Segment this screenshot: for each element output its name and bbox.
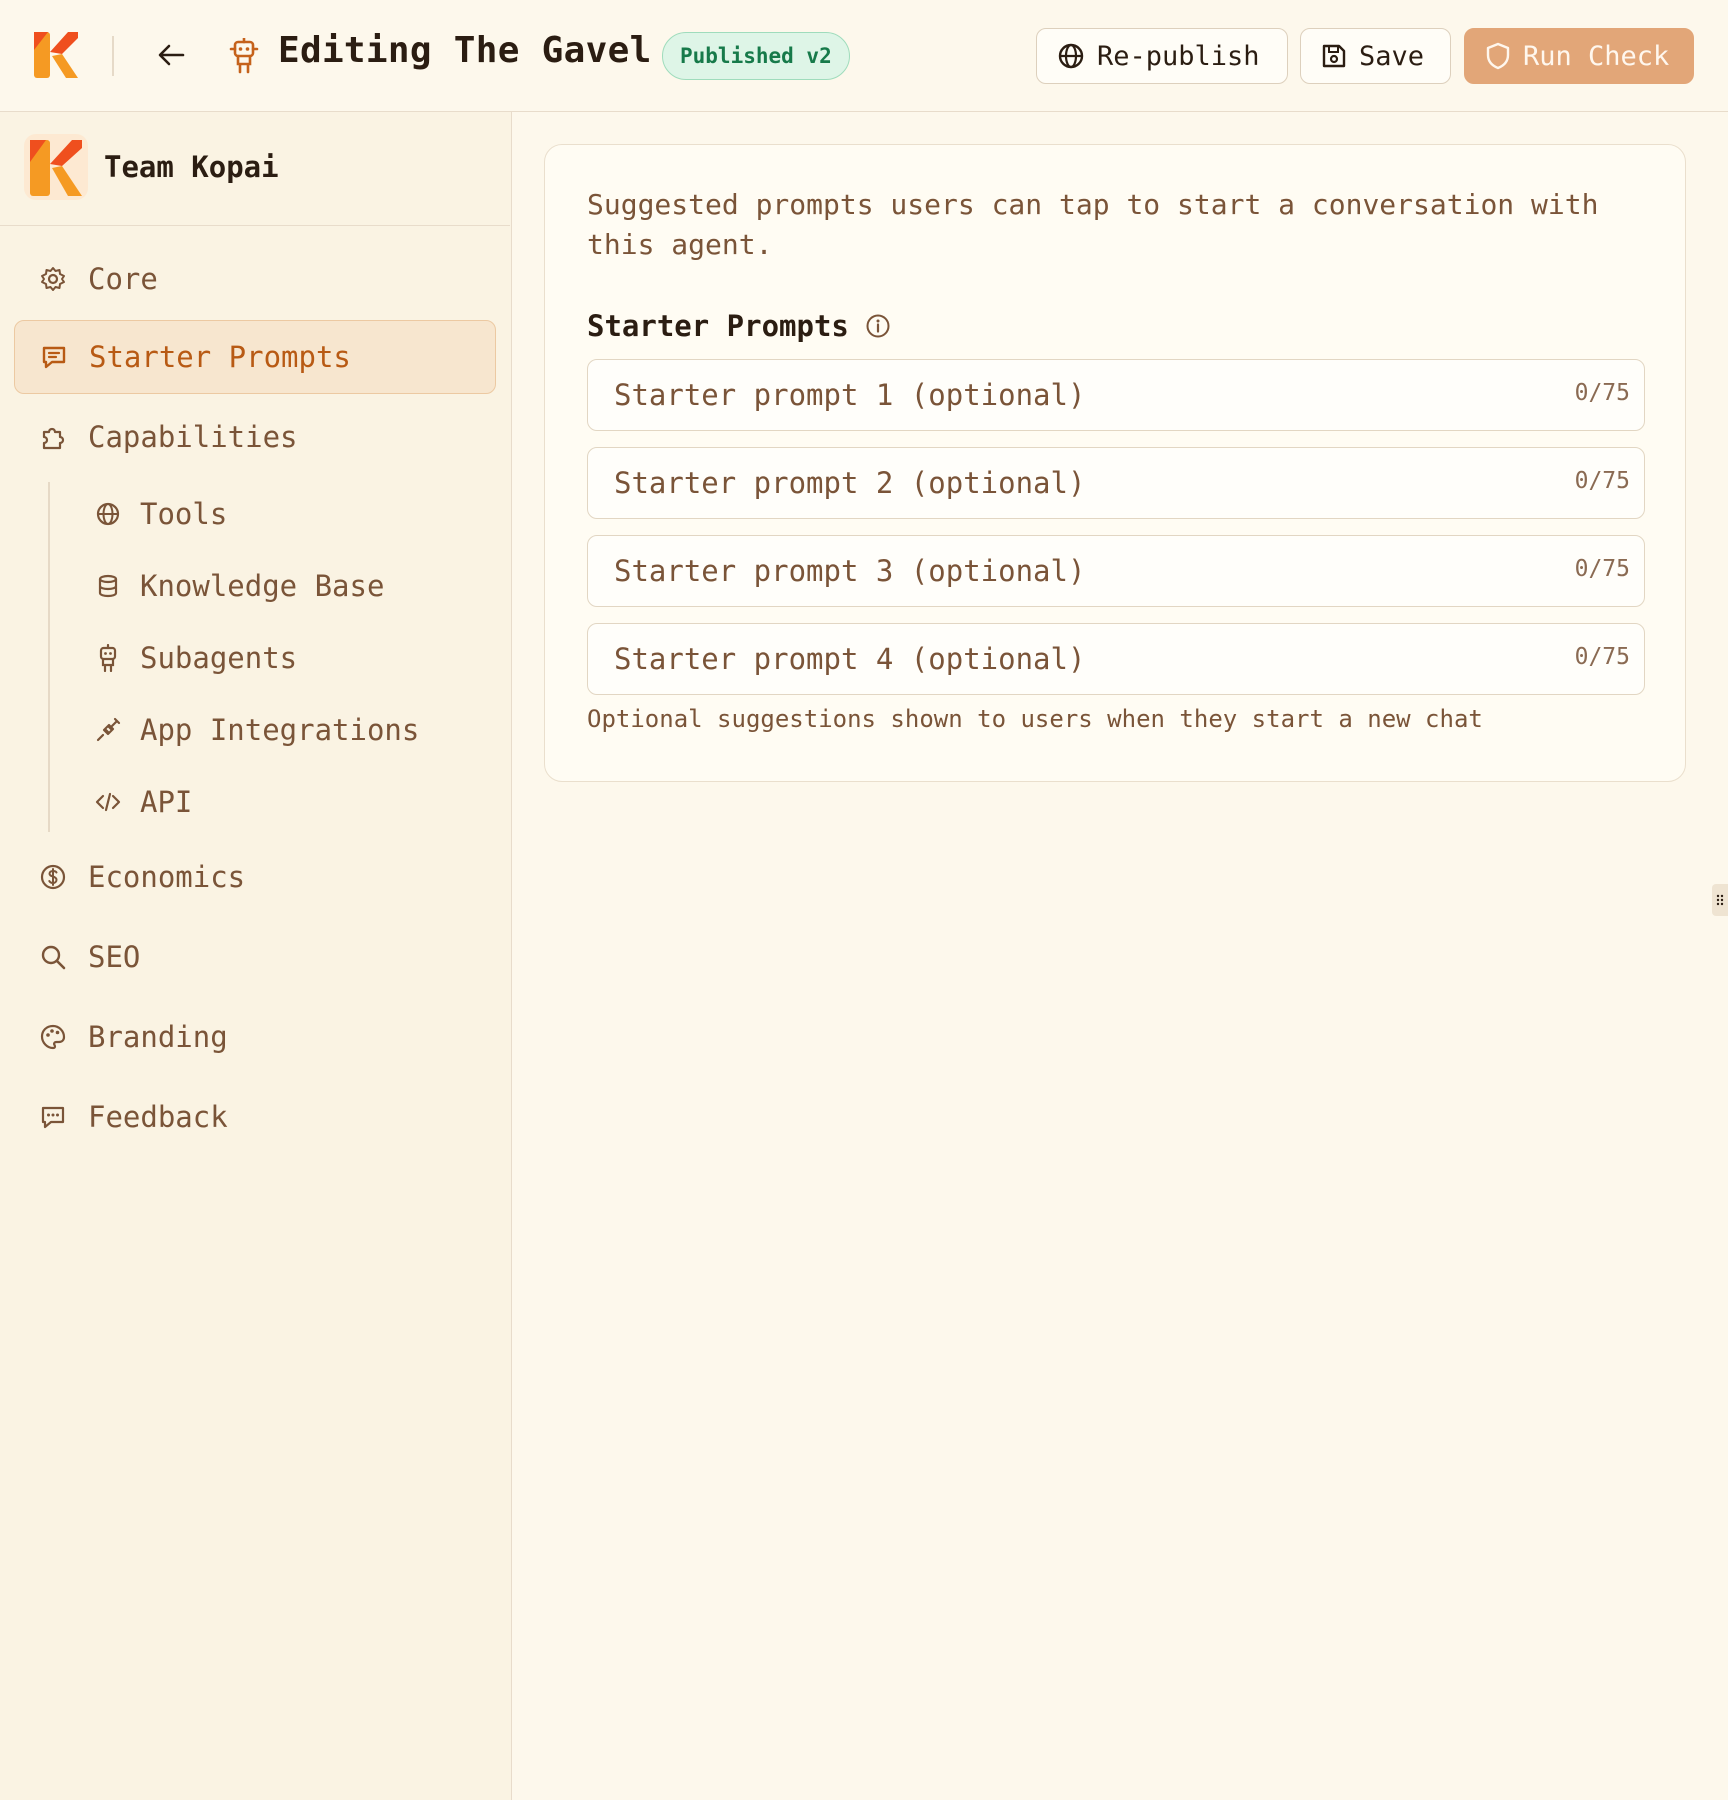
puzzle-icon (38, 422, 68, 452)
header-divider (112, 36, 114, 76)
sidebar-item-core[interactable]: Core (14, 242, 496, 316)
top-header: Editing The Gavel Published v2 Re-publis… (0, 0, 1728, 112)
sidebar-subitem-label: API (140, 785, 193, 819)
shield-icon (1486, 42, 1510, 70)
globe-icon (94, 500, 122, 528)
globe-icon (1058, 43, 1084, 69)
starter-prompts-card: Suggested prompts users can tap to start… (544, 144, 1686, 782)
starter-prompt-input-1[interactable] (588, 360, 1644, 430)
char-counter: 0/75 (1574, 468, 1630, 494)
starter-prompt-field-1: 0/75 (587, 359, 1645, 431)
team-name: Team Kopai (104, 150, 279, 184)
republish-label: Re-publish (1097, 40, 1260, 72)
kopai-logo-icon[interactable] (34, 32, 78, 78)
save-icon (1322, 44, 1346, 68)
submenu-guide-line (48, 482, 50, 832)
back-button[interactable] (152, 36, 190, 74)
sidebar-item-feedback[interactable]: Feedback (14, 1080, 496, 1154)
sidebar-subitem-label: Tools (140, 497, 228, 531)
sidebar-item-economics[interactable]: Economics (14, 840, 496, 914)
arrow-left-icon (158, 44, 185, 66)
team-avatar (24, 134, 88, 200)
sidebar-subitem-label: App Integrations (140, 713, 420, 747)
robot-icon (229, 38, 259, 74)
plug-icon (94, 716, 122, 744)
sidebar-item-label: Economics (88, 860, 246, 894)
save-label: Save (1359, 40, 1425, 72)
sidebar-item-label: Core (88, 262, 158, 296)
team-switcher[interactable]: Team Kopai (0, 112, 510, 226)
helper-text: Optional suggestions shown to users when… (587, 705, 1483, 733)
sidebar-subitem-knowledge-base[interactable]: Knowledge Base (82, 556, 482, 616)
grip-icon (1716, 894, 1724, 906)
run-check-label: Run Check (1523, 40, 1670, 72)
char-counter: 0/75 (1574, 556, 1630, 582)
sidebar-item-label: Feedback (88, 1100, 228, 1134)
panel-resize-handle[interactable] (1712, 884, 1728, 916)
dollar-circle-icon (38, 862, 68, 892)
republish-button[interactable]: Re-publish (1036, 28, 1288, 84)
page-title: Editing The Gavel (278, 30, 652, 71)
sidebar-subitem-api[interactable]: API (82, 772, 482, 832)
starter-prompt-input-2[interactable] (588, 448, 1644, 518)
message-square-icon (39, 342, 69, 372)
sidebar-subitem-tools[interactable]: Tools (82, 484, 482, 544)
starter-prompts-label: Starter Prompts (587, 309, 891, 343)
sidebar-subitem-subagents[interactable]: Subagents (82, 628, 482, 688)
sidebar-item-starter-prompts[interactable]: Starter Prompts (14, 320, 496, 394)
gear-icon (38, 264, 68, 294)
sidebar-item-label: Starter Prompts (89, 340, 351, 374)
section-description: Suggested prompts users can tap to start… (587, 188, 1599, 261)
database-icon (94, 572, 122, 600)
sidebar-subitem-label: Subagents (140, 641, 298, 675)
starter-prompt-input-4[interactable] (588, 624, 1644, 694)
starter-prompt-field-3: 0/75 (587, 535, 1645, 607)
char-counter: 0/75 (1574, 380, 1630, 406)
starter-prompt-field-4: 0/75 (587, 623, 1645, 695)
sidebar-item-branding[interactable]: Branding (14, 1000, 496, 1074)
info-icon[interactable] (865, 313, 891, 339)
starter-prompt-input-3[interactable] (588, 536, 1644, 606)
sidebar-subitem-app-integrations[interactable]: App Integrations (82, 700, 482, 760)
section-label-text: Starter Prompts (587, 309, 849, 343)
search-icon (38, 942, 68, 972)
kopai-logo-icon (30, 140, 82, 196)
starter-prompt-field-2: 0/75 (587, 447, 1645, 519)
char-counter: 0/75 (1574, 644, 1630, 670)
run-check-button[interactable]: Run Check (1464, 28, 1694, 84)
palette-icon (38, 1022, 68, 1052)
sidebar-item-capabilities[interactable]: Capabilities (14, 400, 496, 474)
status-badge: Published v2 (662, 32, 850, 80)
save-button[interactable]: Save (1300, 28, 1451, 84)
robot-icon (94, 644, 122, 672)
message-dots-icon (38, 1102, 68, 1132)
sidebar-subitem-label: Knowledge Base (140, 569, 385, 603)
code-icon (94, 788, 122, 816)
sidebar: Team Kopai Core Starter Prompts Capabili… (0, 112, 512, 1800)
sidebar-item-label: Branding (88, 1020, 228, 1054)
sidebar-item-label: SEO (88, 940, 141, 974)
sidebar-item-label: Capabilities (88, 420, 298, 454)
sidebar-item-seo[interactable]: SEO (14, 920, 496, 994)
